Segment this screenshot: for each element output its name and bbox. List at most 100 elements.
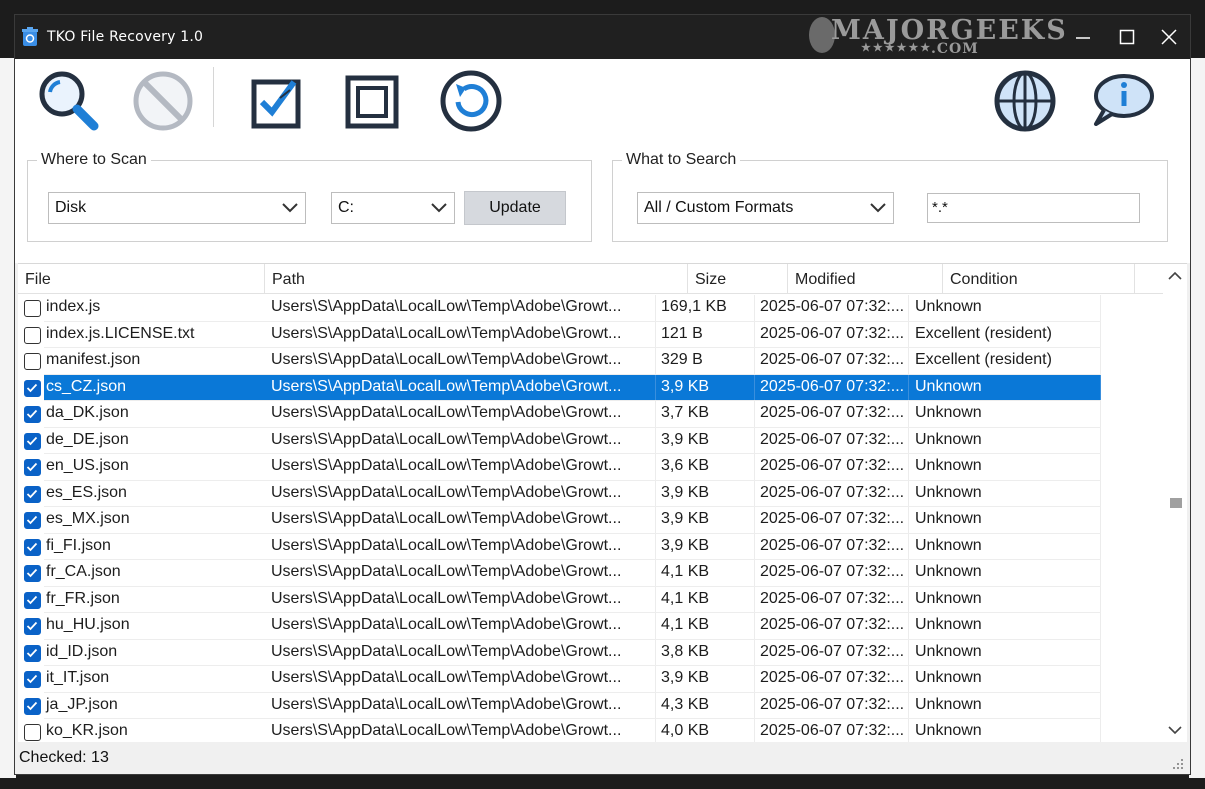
website-button[interactable] bbox=[989, 65, 1061, 137]
scan-source-select[interactable]: Disk bbox=[48, 192, 306, 224]
column-header-path[interactable]: Path bbox=[265, 264, 688, 294]
file-name-cell: index.js.LICENSE.txt bbox=[46, 324, 195, 342]
file-row[interactable]: es_ES.json Users\S\AppData\LocalLow\Temp\… bbox=[18, 480, 1163, 507]
file-row[interactable]: ko_KR.json Users\S\AppData\LocalLow\Temp\… bbox=[18, 719, 1163, 742]
recover-button[interactable] bbox=[435, 65, 507, 137]
file-modified-cell: 2025-06-07 07:32:... bbox=[755, 692, 909, 719]
file-row[interactable]: index.js Users\S\AppData\LocalLow\Temp\Ad… bbox=[18, 295, 1163, 322]
file-row[interactable]: hu_HU.json Users\S\AppData\LocalLow\Temp\… bbox=[18, 613, 1163, 640]
file-row[interactable]: fr_FR.json Users\S\AppData\LocalLow\Temp\… bbox=[18, 586, 1163, 613]
file-size-cell: 4,0 KB bbox=[656, 719, 755, 742]
drive-select[interactable]: C: bbox=[331, 192, 455, 224]
background-window-strip bbox=[1189, 58, 1205, 778]
file-row[interactable]: index.js.LICENSE.txt Users\S\AppData\Loca… bbox=[18, 321, 1163, 348]
search-icon bbox=[39, 71, 99, 131]
file-row[interactable]: it_IT.json Users\S\AppData\LocalLow\Temp\… bbox=[18, 666, 1163, 693]
file-row[interactable]: manifest.json Users\S\AppData\LocalLow\Te… bbox=[18, 348, 1163, 375]
file-modified-cell: 2025-06-07 07:32:... bbox=[755, 454, 909, 481]
scroll-down-arrow-icon[interactable] bbox=[1167, 724, 1183, 736]
file-path-cell: Users\S\AppData\LocalLow\Temp\Adobe\Grow… bbox=[265, 666, 656, 693]
column-header-size[interactable]: Size bbox=[688, 264, 788, 294]
file-name-cell: ja_JP.json bbox=[46, 695, 118, 713]
file-condition-cell: Unknown bbox=[909, 374, 1101, 401]
watermark-logo: MAJORGEEKS ★★★★★★ .COM bbox=[809, 15, 1066, 59]
vertical-scrollbar[interactable] bbox=[1163, 264, 1187, 742]
maximize-button[interactable] bbox=[1105, 15, 1149, 59]
title-bar[interactable]: TKO File Recovery 1.0 MAJORGEEKS ★★★★★★ … bbox=[15, 15, 1190, 59]
column-header-file[interactable]: File bbox=[18, 264, 265, 294]
file-modified-cell: 2025-06-07 07:32:... bbox=[755, 321, 909, 348]
file-row[interactable]: en_US.json Users\S\AppData\LocalLow\Temp\… bbox=[18, 454, 1163, 481]
file-size-cell: 3,9 KB bbox=[656, 427, 755, 454]
close-icon bbox=[1161, 29, 1177, 45]
scan-source-value: Disk bbox=[55, 199, 87, 216]
file-path-cell: Users\S\AppData\LocalLow\Temp\Adobe\Grow… bbox=[265, 348, 656, 375]
watermark-sub: .COM bbox=[931, 41, 979, 57]
file-path-cell: Users\S\AppData\LocalLow\Temp\Adobe\Grow… bbox=[265, 639, 656, 666]
minimize-button[interactable] bbox=[1061, 15, 1105, 59]
maximize-icon bbox=[1119, 29, 1135, 45]
file-name-cell: it_IT.json bbox=[46, 669, 110, 686]
file-name-cell: manifest.json bbox=[46, 351, 141, 368]
about-icon bbox=[1094, 74, 1154, 126]
file-row[interactable]: id_ID.json Users\S\AppData\LocalLow\Temp\… bbox=[18, 639, 1163, 666]
column-header-modified[interactable]: Modified bbox=[788, 264, 943, 294]
uncheck-all-button[interactable] bbox=[335, 65, 407, 137]
file-row[interactable]: de_DE.json Users\S\AppData\LocalLow\Temp\… bbox=[18, 427, 1163, 454]
file-name-cell: fr_FR.json bbox=[46, 589, 120, 607]
file-name-cell: index.js bbox=[46, 298, 101, 315]
file-condition-cell: Unknown bbox=[909, 719, 1101, 742]
file-mask-input[interactable]: *.* bbox=[927, 193, 1140, 223]
file-path-cell: Users\S\AppData\LocalLow\Temp\Adobe\Grow… bbox=[265, 427, 656, 454]
file-row[interactable]: es_MX.json Users\S\AppData\LocalLow\Temp\… bbox=[18, 507, 1163, 534]
scan-button[interactable] bbox=[33, 65, 105, 137]
file-path-cell: Users\S\AppData\LocalLow\Temp\Adobe\Grow… bbox=[265, 507, 656, 534]
update-button[interactable]: Update bbox=[464, 191, 566, 225]
format-select[interactable]: All / Custom Formats bbox=[637, 192, 894, 224]
file-modified-cell: 2025-06-07 07:32:... bbox=[755, 586, 909, 613]
cancel-icon bbox=[133, 71, 193, 131]
file-name-cell: de_DE.json bbox=[46, 430, 129, 448]
file-size-cell: 3,9 KB bbox=[656, 480, 755, 507]
file-list[interactable]: File Path Size Modified Condition index.… bbox=[18, 263, 1187, 742]
checked-count: Checked: 13 bbox=[19, 749, 109, 766]
file-name-cell: en_US.json bbox=[46, 457, 129, 474]
file-path-cell: Users\S\AppData\LocalLow\Temp\Adobe\Grow… bbox=[265, 692, 656, 719]
file-modified-cell: 2025-06-07 07:32:... bbox=[755, 719, 909, 742]
resize-grip-icon[interactable] bbox=[1172, 758, 1184, 770]
file-row[interactable]: cs_CZ.json Users\S\AppData\LocalLow\Temp\… bbox=[18, 374, 1163, 401]
file-modified-cell: 2025-06-07 07:32:... bbox=[755, 560, 909, 587]
file-condition-cell: Excellent (resident) bbox=[909, 348, 1101, 375]
about-button[interactable] bbox=[1085, 65, 1157, 137]
file-size-cell: 4,1 KB bbox=[656, 586, 755, 613]
scrollbar-thumb[interactable] bbox=[1170, 498, 1182, 508]
minimize-icon bbox=[1076, 37, 1090, 39]
file-modified-cell: 2025-06-07 07:32:... bbox=[755, 666, 909, 693]
file-modified-cell: 2025-06-07 07:32:... bbox=[755, 507, 909, 534]
column-header-condition[interactable]: Condition bbox=[943, 264, 1135, 294]
file-modified-cell: 2025-06-07 07:32:... bbox=[755, 480, 909, 507]
stop-button[interactable] bbox=[127, 65, 199, 137]
check-all-button[interactable] bbox=[241, 65, 313, 137]
file-modified-cell: 2025-06-07 07:32:... bbox=[755, 295, 909, 322]
file-row[interactable]: fi_FI.json Users\S\AppData\LocalLow\Temp\… bbox=[18, 533, 1163, 560]
file-condition-cell: Unknown bbox=[909, 586, 1101, 613]
file-modified-cell: 2025-06-07 07:32:... bbox=[755, 374, 909, 401]
window-title: TKO File Recovery 1.0 bbox=[47, 29, 204, 45]
file-row[interactable]: da_DK.json Users\S\AppData\LocalLow\Temp\… bbox=[18, 401, 1163, 428]
file-path-cell: Users\S\AppData\LocalLow\Temp\Adobe\Grow… bbox=[265, 719, 656, 742]
file-name-cell: id_ID.json bbox=[46, 642, 118, 660]
file-path-cell: Users\S\AppData\LocalLow\Temp\Adobe\Grow… bbox=[265, 533, 656, 560]
file-path-cell: Users\S\AppData\LocalLow\Temp\Adobe\Grow… bbox=[265, 586, 656, 613]
toolbar-separator bbox=[213, 67, 214, 127]
scroll-up-arrow-icon[interactable] bbox=[1167, 270, 1183, 282]
file-modified-cell: 2025-06-07 07:32:... bbox=[755, 639, 909, 666]
format-value: All / Custom Formats bbox=[644, 199, 794, 216]
file-condition-cell: Unknown bbox=[909, 427, 1101, 454]
close-button[interactable] bbox=[1147, 15, 1191, 59]
file-condition-cell: Unknown bbox=[909, 295, 1101, 322]
file-row[interactable]: ja_JP.json Users\S\AppData\LocalLow\Temp\… bbox=[18, 692, 1163, 719]
file-row[interactable]: fr_CA.json Users\S\AppData\LocalLow\Temp\… bbox=[18, 560, 1163, 587]
app-recycle-icon bbox=[22, 27, 38, 47]
check-all-icon bbox=[251, 79, 301, 129]
